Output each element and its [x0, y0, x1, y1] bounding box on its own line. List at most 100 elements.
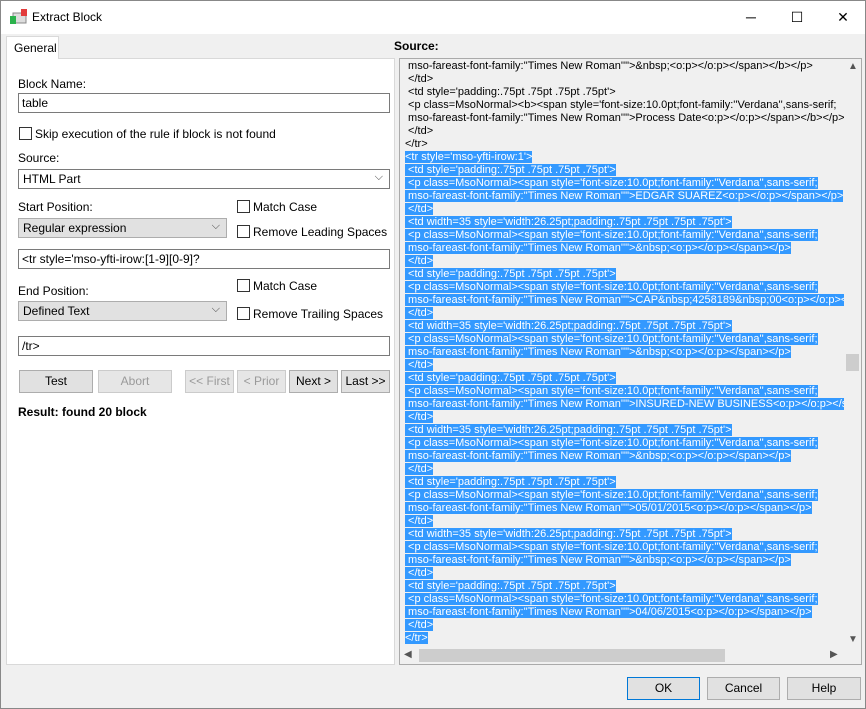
source-line: <td style='padding:.75pt .75pt .75pt .75…	[405, 476, 861, 489]
extract-block-dialog: Extract Block ─ ☐ ✕ General Block Name: …	[0, 0, 866, 709]
scroll-up-icon[interactable]: ▲	[848, 61, 858, 72]
source-line-text: mso-fareast-font-family:''Times New Roma…	[405, 112, 845, 124]
source-line: mso-fareast-font-family:''Times New Roma…	[405, 190, 861, 203]
remove-leading-spaces-label: Remove Leading Spaces	[253, 225, 388, 239]
end-position-select[interactable]: Defined Text ⌵	[18, 301, 227, 321]
source-line-text: </td>	[405, 255, 434, 267]
source-line: <td style='padding:.75pt .75pt .75pt .75…	[405, 86, 861, 99]
source-line: </tr>	[405, 632, 861, 645]
source-line-text: <td style='padding:.75pt .75pt .75pt .75…	[405, 86, 616, 98]
source-line: <td style='padding:.75pt .75pt .75pt .75…	[405, 268, 861, 281]
source-line: </td>	[405, 125, 861, 138]
source-line-text: </td>	[405, 73, 434, 85]
source-line-text: <td style='padding:.75pt .75pt .75pt .75…	[405, 580, 616, 592]
first-button[interactable]: << First	[185, 370, 234, 393]
end-match-case-checkbox[interactable]	[237, 279, 250, 292]
source-view-label: Source:	[394, 39, 439, 53]
scroll-left-icon[interactable]: ◀	[404, 649, 412, 660]
source-line-text: mso-fareast-font-family:''Times New Roma…	[405, 60, 813, 72]
source-line: mso-fareast-font-family:''Times New Roma…	[405, 112, 861, 125]
close-button[interactable]: ✕	[820, 1, 866, 33]
source-line: mso-fareast-font-family:''Times New Roma…	[405, 554, 861, 567]
title-bar: Extract Block ─ ☐ ✕	[1, 1, 865, 34]
end-position-value: Defined Text	[23, 304, 90, 318]
source-line: <td style='padding:.75pt .75pt .75pt .75…	[405, 580, 861, 593]
source-line: </td>	[405, 515, 861, 528]
source-code[interactable]: mso-fareast-font-family:''Times New Roma…	[405, 60, 861, 645]
source-line: <p class=MsoNormal><span style='font-siz…	[405, 177, 861, 190]
source-line: <p class=MsoNormal><span style='font-siz…	[405, 333, 861, 346]
prior-button[interactable]: < Prior	[237, 370, 286, 393]
source-line: </td>	[405, 359, 861, 372]
scroll-down-icon[interactable]: ▼	[848, 634, 858, 645]
minimize-button[interactable]: ─	[728, 1, 774, 33]
source-line-text: mso-fareast-font-family:''Times New Roma…	[405, 294, 861, 306]
app-icon	[10, 9, 27, 24]
chevron-down-icon: ⌵	[374, 171, 383, 183]
source-line-text: <p class=MsoNormal><span style='font-siz…	[405, 541, 818, 553]
source-line-text: mso-fareast-font-family:''Times New Roma…	[405, 450, 791, 462]
end-pattern-input[interactable]: /tr>	[18, 336, 390, 356]
test-button[interactable]: Test	[19, 370, 93, 393]
chevron-down-icon: ⌵	[211, 303, 220, 315]
source-line-text: <p class=MsoNormal><span style='font-siz…	[405, 489, 818, 501]
source-view[interactable]: mso-fareast-font-family:''Times New Roma…	[399, 58, 862, 665]
horizontal-scrollbar[interactable]: ◀ ▶	[400, 647, 844, 664]
scroll-right-icon[interactable]: ▶	[830, 649, 838, 660]
help-button[interactable]: Help	[787, 677, 861, 700]
start-match-case-label: Match Case	[253, 200, 318, 214]
start-match-case-checkbox[interactable]	[237, 200, 250, 213]
source-line-text: <td style='padding:.75pt .75pt .75pt .75…	[405, 268, 616, 280]
source-line: <p class=MsoNormal><span style='font-siz…	[405, 489, 861, 502]
source-line-text: <td style='padding:.75pt .75pt .75pt .75…	[405, 372, 616, 384]
source-line-text: mso-fareast-font-family:''Times New Roma…	[405, 346, 791, 358]
source-line: <p class=MsoNormal><span style='font-siz…	[405, 593, 861, 606]
cancel-button[interactable]: Cancel	[707, 677, 780, 700]
tab-general[interactable]: General	[6, 36, 59, 59]
vertical-scroll-thumb[interactable]	[846, 354, 859, 371]
source-line: </td>	[405, 307, 861, 320]
source-line: <td width=35 style='width:26.25pt;paddin…	[405, 424, 861, 437]
skip-execution-checkbox[interactable]	[19, 127, 32, 140]
remove-leading-spaces-checkbox[interactable]	[237, 225, 250, 238]
next-button[interactable]: Next >	[289, 370, 338, 393]
source-line: mso-fareast-font-family:''Times New Roma…	[405, 242, 861, 255]
source-line-text: mso-fareast-font-family:''Times New Roma…	[405, 606, 812, 618]
remove-trailing-spaces-checkbox[interactable]	[237, 307, 250, 320]
source-line-text: <p class=MsoNormal><b><span style='font-…	[405, 99, 837, 111]
start-pattern-input[interactable]: <tr style='mso-yfti-irow:[1-9][0-9]?	[18, 249, 390, 269]
source-line: <td width=35 style='width:26.25pt;paddin…	[405, 216, 861, 229]
source-line-text: <td width=35 style='width:26.25pt;paddin…	[405, 320, 732, 332]
source-line-text: mso-fareast-font-family:''Times New Roma…	[405, 502, 812, 514]
end-match-case-label: Match Case	[253, 279, 318, 293]
source-line: mso-fareast-font-family:''Times New Roma…	[405, 502, 861, 515]
last-button[interactable]: Last >>	[341, 370, 390, 393]
source-line-text: mso-fareast-font-family:''Times New Roma…	[405, 398, 861, 410]
source-line: <p class=MsoNormal><b><span style='font-…	[405, 99, 861, 112]
maximize-button[interactable]: ☐	[774, 1, 820, 33]
source-select-value: HTML Part	[23, 172, 81, 186]
source-line: mso-fareast-font-family:''Times New Roma…	[405, 398, 861, 411]
source-line-text: </td>	[405, 567, 434, 579]
source-line-text: <td width=35 style='width:26.25pt;paddin…	[405, 424, 732, 436]
source-line-text: </tr>	[405, 138, 428, 150]
result-text: Result: found 20 block	[18, 405, 147, 419]
source-line-text: </td>	[405, 125, 434, 137]
chevron-down-icon: ⌵	[211, 220, 220, 232]
source-line: </tr>	[405, 138, 861, 151]
vertical-scrollbar[interactable]: ▲ ▼	[844, 59, 861, 648]
block-name-input[interactable]: table	[18, 93, 390, 113]
abort-button[interactable]: Abort	[98, 370, 172, 393]
source-line-text: </td>	[405, 411, 434, 423]
source-line-text: <p class=MsoNormal><span style='font-siz…	[405, 593, 818, 605]
source-line: <td width=35 style='width:26.25pt;paddin…	[405, 320, 861, 333]
general-panel	[6, 58, 395, 665]
skip-execution-label: Skip execution of the rule if block is n…	[35, 127, 276, 141]
source-select[interactable]: HTML Part ⌵	[18, 169, 390, 189]
start-position-select[interactable]: Regular expression ⌵	[18, 218, 227, 238]
source-line: mso-fareast-font-family:''Times New Roma…	[405, 60, 861, 73]
source-line: </td>	[405, 619, 861, 632]
ok-button[interactable]: OK	[627, 677, 700, 700]
horizontal-scroll-thumb[interactable]	[419, 649, 725, 662]
source-line-text: </tr>	[405, 632, 428, 644]
